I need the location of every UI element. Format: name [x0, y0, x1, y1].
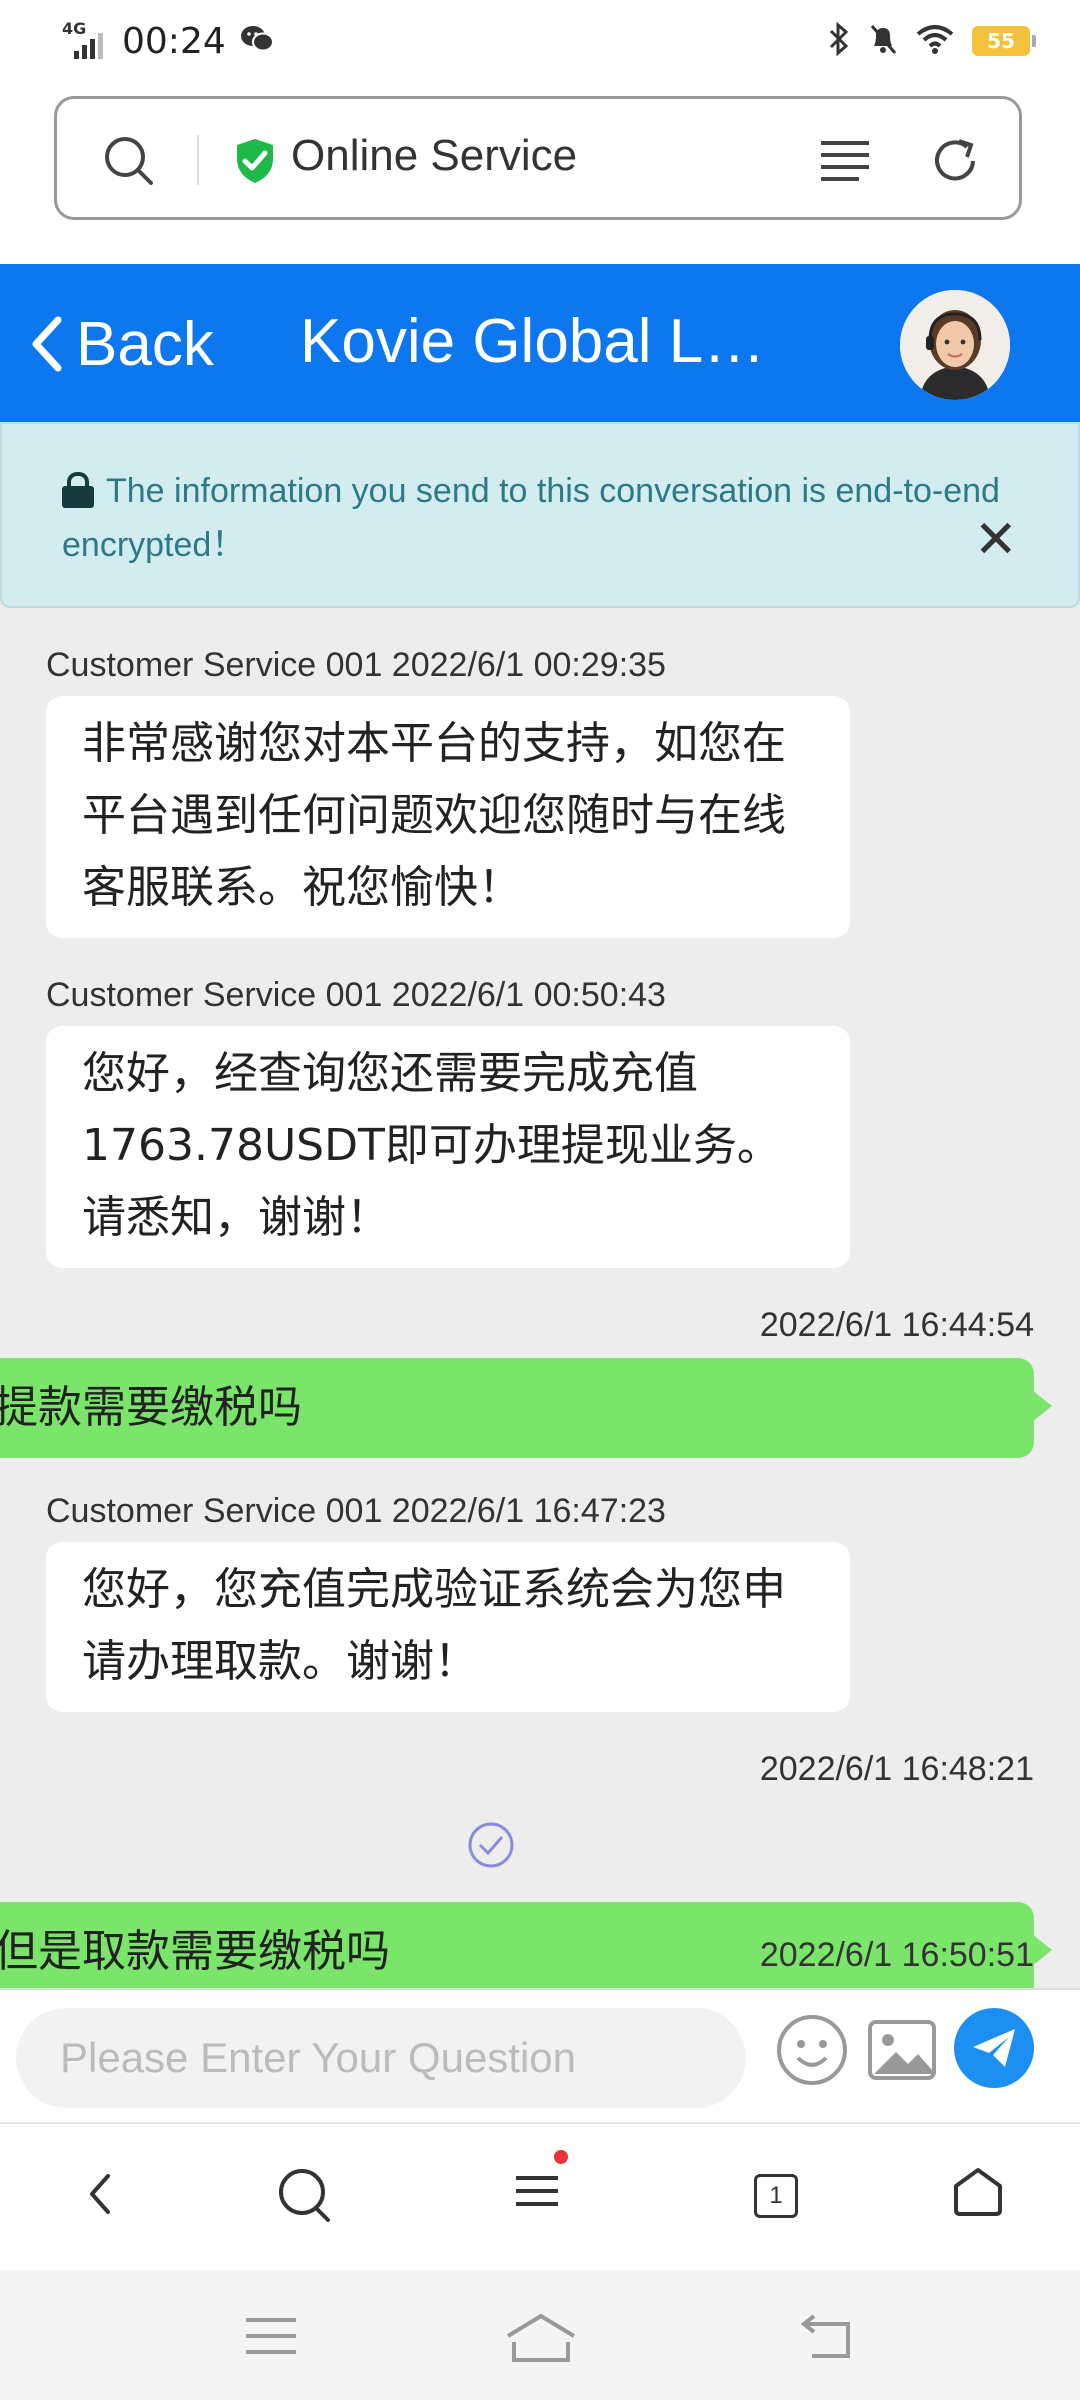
- message-meta: Customer Service 001 2022/6/1 16:47:23: [46, 1492, 666, 1530]
- question-input[interactable]: [16, 2008, 746, 2108]
- menu-icon[interactable]: [819, 139, 871, 187]
- browser-bottom-nav: 1: [0, 2122, 1080, 2272]
- message-meta: Customer Service 001 2022/6/1 00:29:35: [46, 646, 666, 684]
- system-nav-bar: [0, 2270, 1080, 2400]
- signal-icon: 4G: [62, 19, 108, 63]
- back-button[interactable]: Back: [30, 304, 214, 384]
- secure-shield-icon: [233, 137, 277, 189]
- chat-header: Back Kovie Global L…: [0, 264, 1080, 422]
- message-meta: 2022/6/1 16:44:54: [759, 1306, 1034, 1344]
- status-left: 4G 00:24: [62, 18, 274, 64]
- composer: [0, 1988, 1080, 2124]
- browser-toolbar: Online Service: [0, 84, 1080, 264]
- notification-dot: [554, 2150, 568, 2164]
- message-bubble[interactable]: 您好，您充值完成验证系统会为您申请办理取款。谢谢！: [46, 1542, 850, 1712]
- chat-title: Kovie Global L…: [300, 307, 766, 376]
- back-label: Back: [76, 309, 214, 379]
- wifi-icon: [916, 24, 954, 58]
- reload-icon[interactable]: [927, 133, 983, 193]
- message-meta: 2022/6/1 16:50:51: [759, 1936, 1034, 1974]
- menu-icon[interactable]: [512, 2150, 568, 2220]
- message-bubble[interactable]: 您好，经查询您还需要完成充值1763.78USDT即可办理提现业务。请悉知，谢谢…: [46, 1026, 850, 1268]
- message-list[interactable]: Customer Service 001 2022/6/1 00:29:35 非…: [0, 608, 1080, 1988]
- battery-level: 55: [987, 29, 1015, 53]
- message-bubble[interactable]: 提款需要缴税吗: [0, 1358, 1052, 1458]
- back-icon[interactable]: [800, 2312, 854, 2366]
- read-check-icon: [468, 1822, 514, 1868]
- mute-icon: [868, 22, 898, 60]
- chevron-left-icon: [32, 316, 62, 372]
- clock: 00:24: [122, 20, 226, 62]
- agent-avatar[interactable]: [900, 290, 1010, 400]
- address-bar[interactable]: Online Service: [54, 96, 1022, 220]
- message-outgoing: 2022/6/1 16:48:21: [760, 1750, 1034, 1789]
- lock-icon: [62, 472, 94, 508]
- back-icon[interactable]: [82, 2166, 118, 2226]
- image-icon[interactable]: [864, 2012, 940, 2092]
- bluetooth-icon: [828, 21, 850, 60]
- message-outgoing: 2022/6/1 16:44:54: [760, 1306, 1034, 1345]
- message-incoming: Customer Service 001 2022/6/1 16:47:23: [46, 1492, 666, 1531]
- home-icon[interactable]: [952, 2166, 1004, 2222]
- battery-icon: 55: [972, 26, 1036, 56]
- close-icon[interactable]: ✕: [974, 514, 1018, 566]
- page-title[interactable]: Online Service: [291, 131, 577, 181]
- emoji-icon[interactable]: [774, 2012, 850, 2092]
- search-icon[interactable]: [101, 133, 157, 193]
- encryption-notice: The information you send to this convers…: [0, 422, 1080, 608]
- tabs-icon[interactable]: 1: [754, 2174, 798, 2218]
- notice-text: The information you send to this convers…: [62, 472, 1000, 564]
- message-meta: Customer Service 001 2022/6/1 00:50:43: [46, 976, 666, 1014]
- divider: [197, 135, 199, 185]
- search-icon[interactable]: [276, 2166, 332, 2226]
- status-bar: 4G 00:24 55: [0, 0, 1080, 84]
- home-icon[interactable]: [504, 2312, 578, 2372]
- message-bubble[interactable]: 非常感谢您对本平台的支持，如您在平台遇到任何问题欢迎您随时与在线客服联系。祝您愉…: [46, 696, 850, 938]
- tab-count: 1: [754, 2174, 798, 2218]
- message-outgoing: 2022/6/1 16:50:51: [760, 1936, 1034, 1975]
- status-right: 55: [828, 18, 1036, 64]
- notice-text-row: The information you send to this convers…: [62, 464, 1022, 572]
- message-incoming: Customer Service 001 2022/6/1 00:29:35: [46, 646, 666, 685]
- message-incoming: Customer Service 001 2022/6/1 00:50:43: [46, 976, 666, 1015]
- send-icon: [973, 2029, 1015, 2067]
- recents-icon[interactable]: [244, 2312, 298, 2366]
- message-meta: 2022/6/1 16:48:21: [759, 1750, 1034, 1788]
- send-button[interactable]: [954, 2008, 1034, 2088]
- wechat-icon: [240, 24, 274, 58]
